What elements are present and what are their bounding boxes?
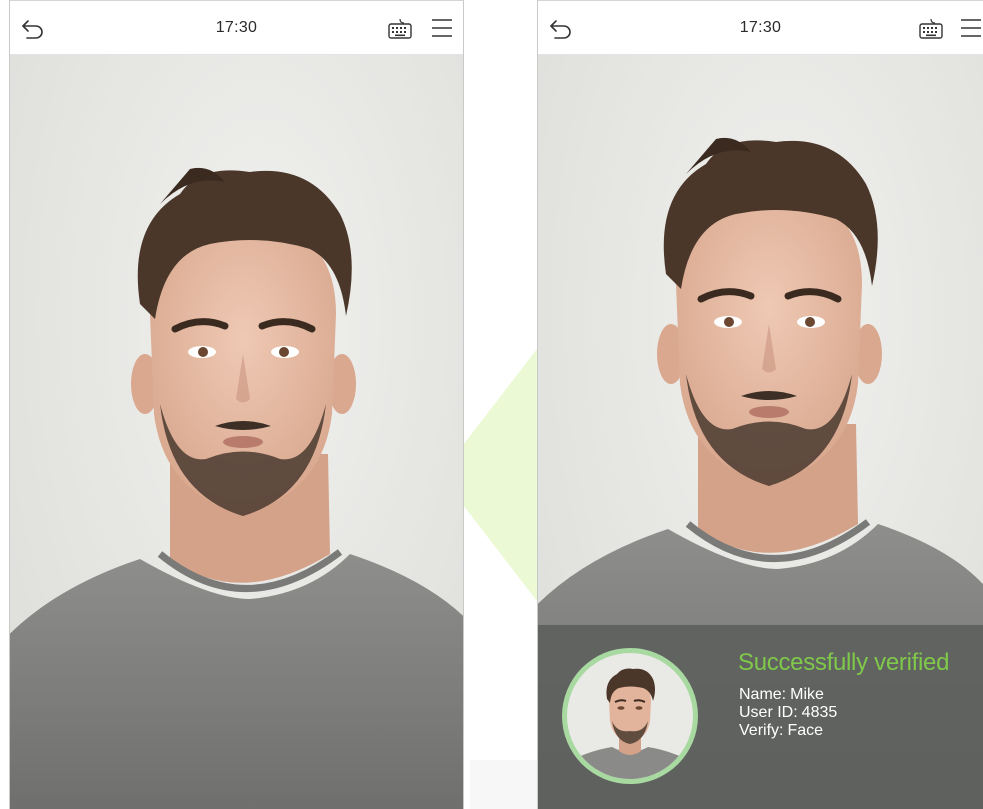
device-screen-after: 17:30 Successfully verified Name: Mike U… <box>537 0 983 809</box>
user-name-line: Name: Mike <box>739 686 824 704</box>
device-screen-before: 17:30 <box>9 0 464 809</box>
avatar-photo <box>567 653 693 779</box>
keyboard-icon[interactable] <box>387 18 413 40</box>
name-label: Name: <box>739 686 787 703</box>
comparison-page: 17:30 17:30 Successfully verified Name: … <box>0 0 983 809</box>
clock-time: 17:30 <box>739 19 782 36</box>
verify-mode-line: Verify: Face <box>739 722 823 740</box>
avatar <box>562 648 698 784</box>
keyboard-icon[interactable] <box>918 18 944 40</box>
status-bar: 17:30 <box>10 1 463 55</box>
person-face-photo <box>10 167 463 809</box>
verification-result-panel: Successfully verified Name: Mike User ID:… <box>538 625 983 809</box>
user-face-thumbnail <box>567 668 693 779</box>
verification-status-title: Successfully verified <box>738 649 950 676</box>
hamburger-menu-icon[interactable] <box>431 18 453 38</box>
camera-preview <box>10 54 463 809</box>
verify-label: Verify: <box>739 722 784 739</box>
user-id-line: User ID: 4835 <box>739 704 837 722</box>
hamburger-menu-icon[interactable] <box>960 18 982 38</box>
user-id-label: User ID: <box>739 704 798 721</box>
name-value: Mike <box>790 686 824 703</box>
user-id-value: 4835 <box>801 704 838 721</box>
verify-value: Face <box>787 722 824 739</box>
status-bar: 17:30 <box>538 1 983 55</box>
